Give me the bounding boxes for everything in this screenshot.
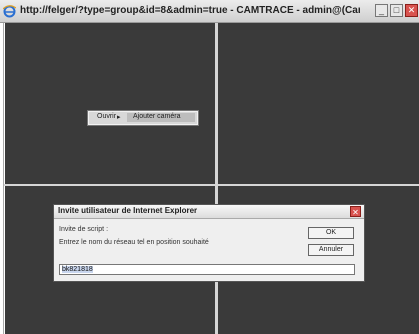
context-menu-item-open[interactable]: Ouvrir xyxy=(97,113,116,120)
minimize-button[interactable]: _ xyxy=(375,4,388,17)
window-title: http://felger/?type=group&id=8&admin=tru… xyxy=(20,5,360,16)
camera-pane-top-right[interactable] xyxy=(218,23,419,184)
window-titlebar: http://felger/?type=group&id=8&admin=tru… xyxy=(0,0,419,23)
camera-grid xyxy=(3,23,419,334)
grid-divider-horizontal xyxy=(4,184,419,186)
dialog-titlebar: Invite utilisateur de Internet Explorer … xyxy=(54,205,364,219)
prompt-input[interactable]: bk821818 xyxy=(59,264,355,275)
prompt-dialog: Invite utilisateur de Internet Explorer … xyxy=(53,204,365,282)
window-close-button[interactable]: ✕ xyxy=(405,4,418,17)
maximize-button[interactable]: □ xyxy=(390,4,403,17)
context-menu: Ouvrir ▸ Ajouter caméra xyxy=(87,110,199,126)
submenu-arrow-icon: ▸ xyxy=(117,114,121,121)
ok-button[interactable]: OK xyxy=(308,227,354,239)
prompt-label: Invite de script : xyxy=(59,226,109,233)
dialog-title: Invite utilisateur de Internet Explorer xyxy=(58,206,198,215)
camera-pane-top-left[interactable] xyxy=(5,23,215,184)
grid-divider-vertical xyxy=(215,23,218,334)
prompt-input-value: bk821818 xyxy=(62,266,93,273)
cancel-button[interactable]: Annuler xyxy=(308,244,354,256)
internet-explorer-icon xyxy=(3,5,16,18)
context-menu-item-add-camera[interactable]: Ajouter caméra xyxy=(133,113,180,120)
prompt-instruction: Entrez le nom du réseau tel en position … xyxy=(59,239,209,246)
dialog-close-button[interactable]: ✕ xyxy=(350,206,361,217)
